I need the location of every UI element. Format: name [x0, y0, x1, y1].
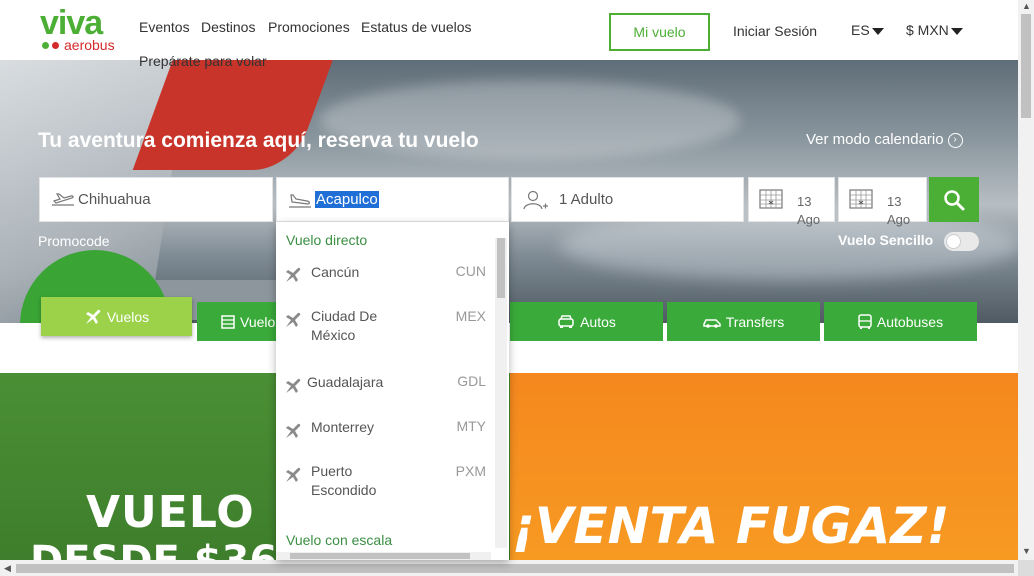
toggle-knob: [946, 234, 961, 249]
tab-autobuses[interactable]: Autobuses: [824, 302, 977, 341]
scroll-down-arrow-icon[interactable]: ▼: [1022, 546, 1031, 556]
option-code: MTY: [456, 418, 486, 434]
nav-destinos[interactable]: Destinos: [201, 19, 255, 35]
tab-label: Autobuses: [876, 313, 944, 330]
currency-value: $ MXN: [906, 22, 949, 38]
plane-icon: [286, 423, 301, 438]
language-selector[interactable]: ES: [851, 22, 884, 38]
plane-icon: [85, 309, 101, 324]
page-horizontal-scrollbar-thumb[interactable]: [16, 564, 1014, 573]
dropdown-header-stopover: Vuelo con escala: [286, 532, 393, 548]
option-code: GDL: [457, 373, 486, 389]
nav-promociones[interactable]: Promociones: [268, 19, 350, 35]
language-value: ES: [851, 22, 870, 38]
depart-date-field[interactable]: 13 Ago: [748, 177, 835, 227]
user-add-icon: [523, 190, 548, 210]
tab-label: Vuelos: [106, 308, 150, 325]
tab-transfers[interactable]: Transfers: [667, 302, 820, 341]
origin-field[interactable]: Chihuahua: [39, 177, 273, 222]
dropdown-scrollbar-thumb[interactable]: [497, 238, 505, 298]
plane-landing-icon: [289, 194, 311, 208]
calendar-icon: [759, 189, 783, 209]
nav-estatus-vuelos[interactable]: Estatus de vuelos: [361, 19, 472, 35]
plane-icon: [286, 312, 301, 327]
return-date-field[interactable]: 13 Ago: [838, 177, 927, 227]
destination-selected-text: Acapulco: [315, 191, 379, 208]
destination-option-cdmx[interactable]: Ciudad De México MEX: [276, 307, 491, 351]
chevron-down-icon: [950, 27, 963, 35]
scrollbar-corner: [1018, 560, 1034, 576]
option-name: Guadalajara: [307, 374, 384, 390]
tab-vuelo-hotel[interactable]: Vuelo: [197, 302, 277, 341]
plane-takeoff-icon: [52, 193, 74, 206]
promo-right-headline: ¡VENTA FUGAZ!: [512, 497, 950, 555]
depart-day: 13: [797, 194, 812, 209]
nav-eventos[interactable]: Eventos: [139, 19, 190, 35]
calendar-mode-link[interactable]: Ver modo calendario ›: [806, 131, 963, 148]
site-header: viva aerobus Eventos Destinos Promocione…: [0, 0, 1018, 60]
hotel-icon: [221, 314, 235, 329]
logo-subtext: aerobus: [64, 37, 115, 53]
one-way-label: Vuelo Sencillo: [838, 232, 934, 248]
calendar-icon: [849, 189, 873, 209]
destination-field[interactable]: Acapulco: [276, 177, 509, 222]
one-way-toggle[interactable]: [944, 232, 979, 251]
return-day: 13: [887, 194, 902, 209]
depart-month: Ago: [797, 212, 821, 227]
promo-left-headline: VUELO: [86, 487, 255, 538]
tab-autos[interactable]: Autos: [510, 302, 663, 341]
destination-value[interactable]: Acapulco: [315, 191, 379, 208]
dropdown-hscrollbar[interactable]: [276, 552, 491, 560]
page-horizontal-scrollbar[interactable]: ◀: [0, 560, 1018, 576]
page-vertical-scrollbar[interactable]: ▲ ▼: [1018, 0, 1034, 560]
dropdown-header-direct: Vuelo directo: [286, 232, 368, 248]
transfer-icon: [702, 318, 721, 328]
calendar-mode-label: Ver modo calendario: [806, 131, 944, 148]
nav-preparate-volar[interactable]: Prepárate para volar: [139, 53, 267, 69]
destination-option-guadalajara[interactable]: Guadalajara GDL: [276, 373, 491, 403]
tab-label: Autos: [580, 313, 616, 330]
scroll-up-arrow-icon[interactable]: ▲: [1022, 1, 1031, 11]
chevron-right-circle-icon: ›: [947, 132, 963, 148]
search-icon: [944, 189, 965, 210]
passengers-field[interactable]: 1 Adulto: [511, 177, 744, 222]
login-link[interactable]: Iniciar Sesión: [733, 23, 817, 39]
bus-icon: [858, 313, 872, 329]
option-name: Ciudad De México: [311, 308, 378, 343]
scroll-left-arrow-icon[interactable]: ◀: [4, 563, 11, 574]
tab-vuelos[interactable]: Vuelos: [41, 297, 192, 336]
currency-selector[interactable]: $ MXN: [906, 22, 963, 38]
search-button[interactable]: [929, 177, 979, 222]
destination-option-cancun[interactable]: Cancún CUN: [276, 262, 491, 292]
option-code: PXM: [455, 463, 486, 479]
plane-icon: [286, 378, 301, 393]
destination-dropdown: Vuelo directo Cancún CUN Ciudad De Méxic…: [276, 222, 509, 560]
destination-option-puerto-escondido[interactable]: Puerto Escondido PXM: [276, 462, 491, 506]
mi-vuelo-button[interactable]: Mi vuelo: [609, 13, 710, 51]
option-code: MEX: [455, 308, 486, 324]
viva-aerobus-logo[interactable]: viva aerobus: [40, 4, 130, 54]
option-name: Puerto Escondido: [311, 463, 377, 498]
car-icon: [558, 314, 574, 328]
option-name: Monterrey: [311, 419, 375, 435]
plane-icon: [286, 467, 301, 482]
passengers-value: 1 Adulto: [559, 191, 614, 208]
tab-label: Vuelo: [240, 313, 276, 330]
page-vertical-scrollbar-thumb[interactable]: [1021, 14, 1031, 118]
return-month: Ago: [887, 212, 911, 227]
option-name: Cancún: [311, 264, 360, 280]
promocode-link[interactable]: Promocode: [38, 233, 110, 249]
option-code: CUN: [455, 263, 486, 279]
hero-title: Tu aventura comienza aquí, reserva tu vu…: [38, 129, 479, 152]
chevron-down-icon: [871, 27, 884, 35]
plane-icon: [286, 267, 301, 282]
destination-option-monterrey[interactable]: Monterrey MTY: [276, 418, 491, 448]
dropdown-hscrollbar-thumb[interactable]: [290, 553, 470, 559]
origin-value: Chihuahua: [78, 191, 151, 208]
dropdown-scrollbar[interactable]: [495, 238, 507, 548]
logo-dot-green: [42, 42, 49, 49]
logo-dot-red: [52, 42, 59, 49]
tab-label: Transfers: [725, 313, 785, 330]
